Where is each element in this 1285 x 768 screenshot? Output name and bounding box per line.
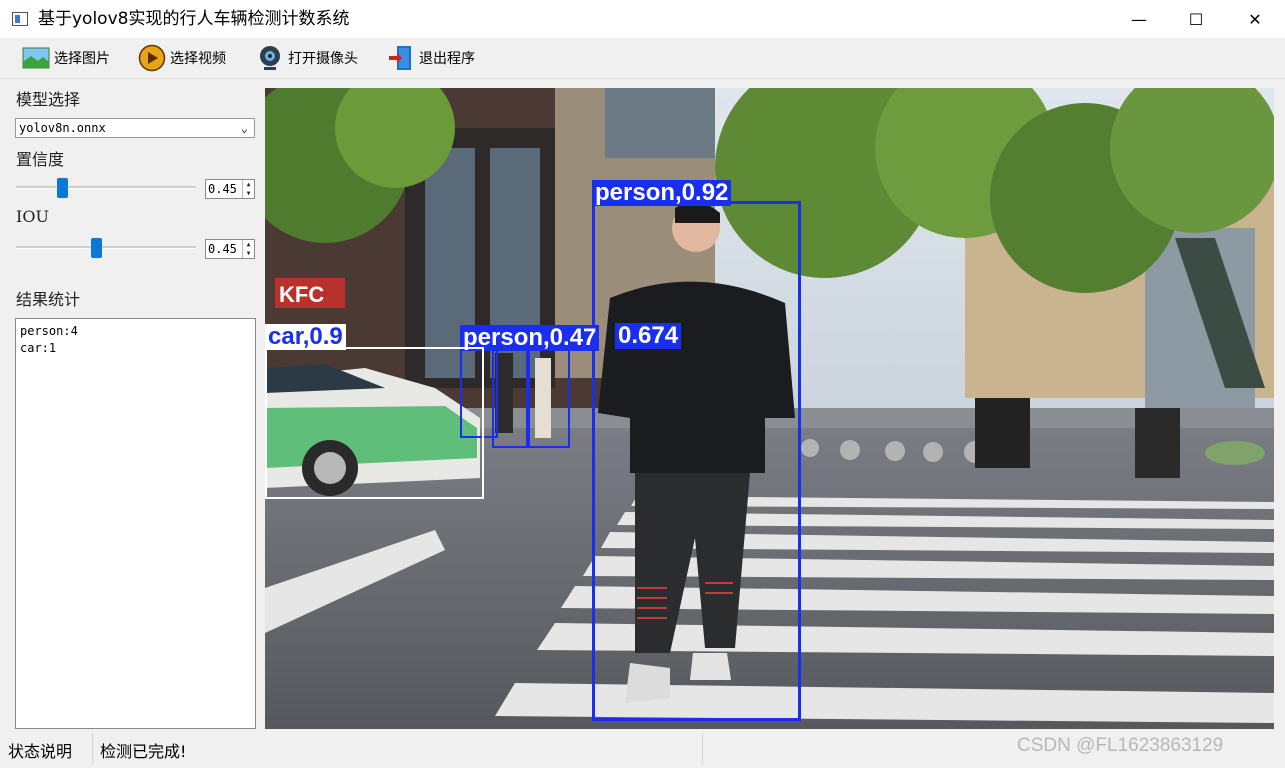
confidence-spinbox[interactable]: 0.45 ▲ ▼ [205,179,255,199]
webcam-icon [260,46,280,70]
spin-arrows-icon[interactable]: ▲ ▼ [242,240,254,258]
confidence-spinbox-value: 0.45 [208,182,237,196]
toolbar: 选择图片 选择视频 打开摄像头 退出程序 [0,38,1285,79]
confidence-slider-thumb[interactable] [57,178,68,198]
exit-program-label: 退出程序 [419,51,475,67]
confidence-slider-track[interactable] [16,186,196,189]
model-select[interactable]: yolov8n.onnx ⌄ [15,118,255,138]
detection-box-person [592,201,801,721]
exit-program-button[interactable]: 退出程序 [387,42,475,74]
close-button[interactable]: ✕ [1226,0,1284,38]
status-divider [702,733,703,765]
select-video-button[interactable]: 选择视频 [138,42,226,74]
spin-arrows-icon[interactable]: ▲ ▼ [242,180,254,198]
svg-text:KFC: KFC [279,282,324,307]
detection-label: person,0.92 [592,180,732,206]
results-label: 结果统计 [16,290,81,309]
confidence-label: 置信度 [16,150,65,169]
detection-label: 0.674 [615,323,682,349]
status-divider [92,733,93,765]
exit-door-icon [389,46,411,70]
detection-image-view: KFC person,0.92 person,0.47 0.674 car,0.… [265,88,1274,729]
detection-box-car [265,347,484,499]
detection-label: car,0.9 [265,324,346,350]
image-icon [22,47,50,69]
iou-label: IOU [16,207,49,226]
iou-spinbox-value: 0.45 [208,242,237,256]
model-select-label: 模型选择 [16,90,81,109]
app-icon [12,12,28,26]
select-image-label: 选择图片 [54,51,110,67]
model-select-value: yolov8n.onnx [19,121,106,135]
window-title: 基于yolov8实现的行人车辆检测计数系统 [38,9,350,29]
result-line: car:1 [20,341,57,355]
status-label: 状态说明 [8,742,73,761]
minimize-button[interactable]: — [1110,0,1168,38]
iou-spinbox[interactable]: 0.45 ▲ ▼ [205,239,255,259]
detection-box-person [492,348,528,448]
play-icon [138,44,166,72]
iou-slider-thumb[interactable] [91,238,102,258]
iou-slider-track[interactable] [16,246,196,249]
chevron-down-icon: ⌄ [240,121,248,135]
detection-box-person [528,348,570,448]
title-bar: 基于yolov8实现的行人车辆检测计数系统 — ☐ ✕ [0,0,1285,39]
select-image-button[interactable]: 选择图片 [22,42,110,74]
open-camera-button[interactable]: 打开摄像头 [256,42,358,74]
results-textbox[interactable]: person:4 car:1 [15,318,256,729]
watermark: CSDN @FL1623863129 [1017,735,1224,756]
open-camera-label: 打开摄像头 [288,51,358,67]
status-message: 检测已完成! [100,742,187,761]
maximize-button[interactable]: ☐ [1167,0,1225,38]
result-line: person:4 [20,324,78,338]
select-video-label: 选择视频 [170,51,226,67]
